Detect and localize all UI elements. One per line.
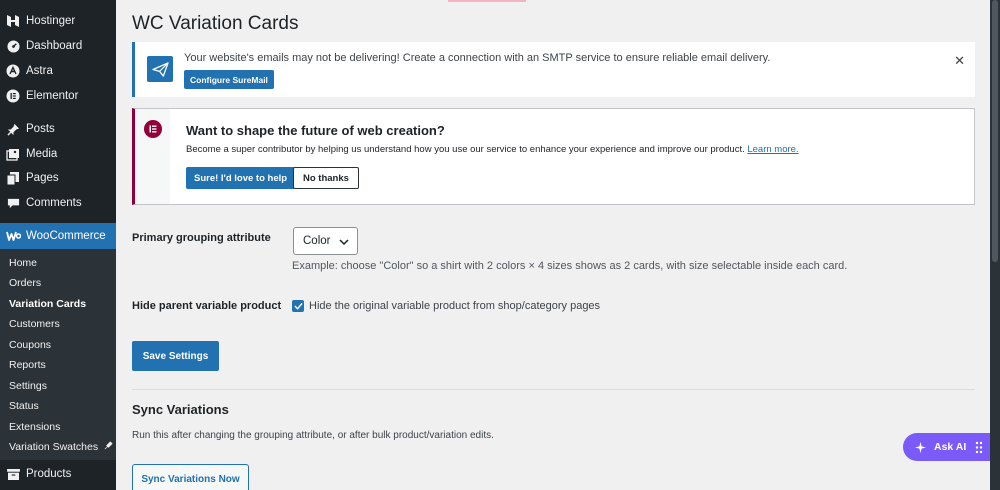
elementor-notice-sidebar	[135, 109, 170, 204]
sparkle-icon	[914, 441, 927, 454]
comments-icon	[0, 197, 26, 210]
drag-handle-icon[interactable]	[975, 441, 983, 454]
elementor-notice-title: Want to shape the future of web creation…	[186, 123, 445, 138]
menu-item-posts[interactable]: Posts	[0, 117, 116, 141]
hide-parent-label: Hide parent variable product	[132, 300, 282, 312]
menu-label: Hostinger	[26, 15, 76, 27]
elementor-notice-text: Become a super contributor by helping us…	[186, 144, 745, 155]
hide-parent-checkbox-label[interactable]: Hide the original variable product from …	[309, 300, 600, 312]
menu-label: Posts	[26, 123, 55, 135]
woocommerce-icon	[0, 231, 26, 241]
submenu-home[interactable]: Home	[9, 257, 37, 269]
menu-label: Elementor	[26, 90, 79, 102]
menu-item-woocommerce[interactable]: WooCommerce	[0, 223, 116, 249]
sync-section-title: Sync Variations	[132, 402, 229, 417]
ask-ai-label: Ask AI	[934, 441, 967, 453]
menu-label: Comments	[26, 197, 82, 209]
hide-parent-checkbox[interactable]	[292, 300, 304, 312]
elementor-notice-description: Become a super contributor by helping us…	[186, 144, 799, 155]
menu-label: WooCommerce	[26, 230, 106, 242]
astra-icon	[0, 64, 26, 78]
menu-label: Pages	[26, 172, 59, 184]
top-accent-bar	[448, 0, 526, 2]
select-value: Color	[303, 235, 331, 247]
menu-label: Astra	[26, 65, 53, 77]
elementor-logo-icon	[144, 120, 162, 138]
media-icon	[0, 148, 26, 161]
elementor-icon	[0, 89, 26, 103]
admin-sidebar: Hostinger Dashboard Astra Elementor Post…	[0, 0, 116, 490]
submenu-extensions[interactable]: Extensions	[9, 421, 60, 433]
close-icon[interactable]: ✕	[954, 53, 965, 69]
smtp-notice-text: Your website's emails may not be deliver…	[184, 52, 771, 64]
menu-item-comments[interactable]: Comments	[0, 191, 116, 215]
menu-item-products[interactable]: Products	[0, 462, 116, 486]
submenu-coupons[interactable]: Coupons	[9, 339, 51, 351]
woocommerce-submenu: Home Orders Variation Cards Customers Co…	[0, 249, 116, 460]
page-title: WC Variation Cards	[132, 13, 299, 34]
grouping-attribute-label: Primary grouping attribute	[132, 232, 271, 244]
menu-item-astra[interactable]: Astra	[0, 59, 116, 83]
page-scrollbar[interactable]	[990, 0, 1000, 490]
configure-suremail-button[interactable]: Configure SureMail	[184, 70, 274, 89]
grouping-help-text: Example: choose "Color" so a shirt with …	[292, 260, 848, 272]
smtp-notice: Your website's emails may not be deliver…	[132, 42, 975, 97]
save-settings-button[interactable]: Save Settings	[132, 341, 219, 371]
menu-item-pages[interactable]: Pages	[0, 166, 116, 190]
checkmark-icon	[293, 302, 303, 310]
section-divider	[132, 389, 975, 390]
menu-label: Dashboard	[26, 40, 83, 52]
sync-variations-button[interactable]: Sync Variations Now	[132, 464, 249, 490]
main-content: WC Variation Cards Your website's emails…	[116, 0, 990, 490]
submenu-customers[interactable]: Customers	[9, 318, 60, 330]
elementor-notice: Want to shape the future of web creation…	[132, 108, 975, 205]
scrollbar-thumb[interactable]	[992, 0, 998, 262]
submenu-settings[interactable]: Settings	[9, 380, 47, 392]
no-thanks-button[interactable]: No thanks	[293, 167, 359, 189]
pin-icon	[0, 123, 26, 136]
submenu-variation-swatches[interactable]: Variation Swatches	[9, 441, 113, 453]
hostinger-icon	[0, 14, 26, 28]
sure-help-button[interactable]: Sure! I'd love to help	[186, 167, 296, 189]
menu-item-elementor[interactable]: Elementor	[0, 84, 116, 108]
menu-item-hostinger[interactable]: Hostinger	[0, 9, 116, 33]
menu-item-media[interactable]: Media	[0, 142, 116, 166]
dashboard-icon	[0, 39, 26, 53]
learn-more-link[interactable]: Learn more.	[747, 144, 798, 155]
ask-ai-button[interactable]: Ask AI	[903, 433, 990, 461]
submenu-orders[interactable]: Orders	[9, 277, 41, 289]
chevron-down-icon	[339, 237, 349, 249]
grouping-attribute-select[interactable]: Color	[293, 227, 358, 255]
pages-icon	[0, 171, 26, 185]
sync-section-description: Run this after changing the grouping att…	[132, 430, 494, 441]
menu-label: Media	[26, 148, 58, 160]
submenu-status[interactable]: Status	[9, 400, 39, 412]
menu-item-dashboard[interactable]: Dashboard	[0, 34, 116, 58]
submenu-variation-cards[interactable]: Variation Cards	[9, 298, 86, 310]
swatch-icon	[104, 441, 113, 453]
submenu-reports[interactable]: Reports	[9, 359, 46, 371]
paper-plane-icon	[147, 56, 173, 82]
submenu-label: Variation Swatches	[9, 441, 99, 453]
products-icon	[0, 468, 26, 480]
menu-label: Products	[26, 468, 72, 480]
